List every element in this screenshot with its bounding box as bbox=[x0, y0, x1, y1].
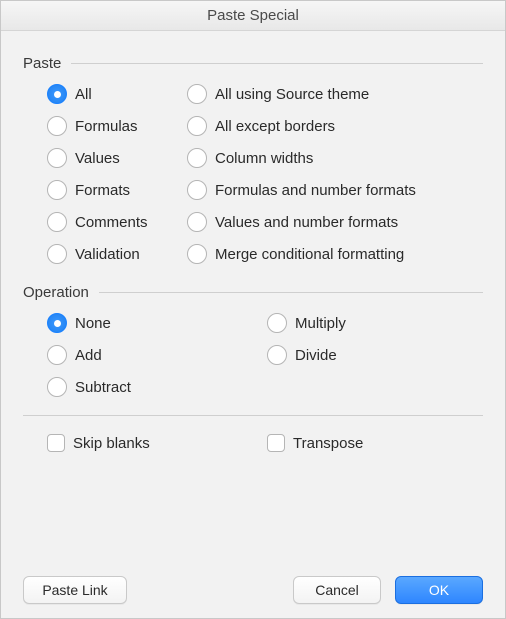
radio-label: Formulas and number formats bbox=[215, 182, 416, 199]
paste-radio-formats[interactable]: Formats bbox=[47, 180, 187, 200]
checkbox-label: Transpose bbox=[293, 435, 363, 452]
paste-radio-validation[interactable]: Validation bbox=[47, 244, 187, 264]
radio-label: Validation bbox=[75, 246, 140, 263]
radio-icon bbox=[187, 116, 207, 136]
paste-radio-all-except-borders[interactable]: All except borders bbox=[187, 116, 483, 136]
radio-icon bbox=[187, 180, 207, 200]
radio-icon bbox=[187, 84, 207, 104]
operation-options: None Multiply Add bbox=[47, 313, 483, 397]
operation-radio-add[interactable]: Add bbox=[47, 345, 267, 365]
checkbox-icon bbox=[267, 434, 285, 452]
radio-label: All using Source theme bbox=[215, 86, 369, 103]
radio-icon bbox=[47, 377, 67, 397]
radio-label: Divide bbox=[295, 347, 337, 364]
radio-icon bbox=[47, 116, 67, 136]
radio-icon bbox=[47, 313, 67, 333]
radio-icon bbox=[47, 84, 67, 104]
divider-line bbox=[71, 63, 483, 64]
paste-special-dialog: Paste Special Paste All All using Source… bbox=[0, 0, 506, 619]
checkbox-icon bbox=[47, 434, 65, 452]
transpose-checkbox[interactable]: Transpose bbox=[267, 434, 363, 452]
radio-icon bbox=[47, 180, 67, 200]
paste-heading: Paste bbox=[23, 55, 61, 72]
radio-label: Multiply bbox=[295, 315, 346, 332]
radio-label: Column widths bbox=[215, 150, 313, 167]
dialog-title: Paste Special bbox=[1, 1, 505, 31]
paste-radio-formulas[interactable]: Formulas bbox=[47, 116, 187, 136]
operation-radio-multiply[interactable]: Multiply bbox=[267, 313, 346, 333]
radio-label: All bbox=[75, 86, 92, 103]
radio-icon bbox=[47, 244, 67, 264]
operation-radio-divide[interactable]: Divide bbox=[267, 345, 337, 365]
radio-icon bbox=[267, 345, 287, 365]
radio-label: Values and number formats bbox=[215, 214, 398, 231]
paste-radio-merge-conditional[interactable]: Merge conditional formatting bbox=[187, 244, 483, 264]
radio-label: All except borders bbox=[215, 118, 335, 135]
radio-icon bbox=[47, 148, 67, 168]
operation-radio-none[interactable]: None bbox=[47, 313, 267, 333]
radio-icon bbox=[267, 313, 287, 333]
paste-radio-column-widths[interactable]: Column widths bbox=[187, 148, 483, 168]
ok-button[interactable]: OK bbox=[395, 576, 483, 604]
dialog-content: Paste All All using Source theme Formula… bbox=[1, 31, 505, 618]
skip-blanks-checkbox[interactable]: Skip blanks bbox=[47, 434, 267, 452]
checkbox-row: Skip blanks Transpose bbox=[47, 434, 483, 452]
radio-label: Comments bbox=[75, 214, 148, 231]
dialog-footer: Paste Link Cancel OK bbox=[23, 554, 483, 604]
radio-label: Add bbox=[75, 347, 102, 364]
radio-label: Formats bbox=[75, 182, 130, 199]
radio-label: None bbox=[75, 315, 111, 332]
paste-link-button[interactable]: Paste Link bbox=[23, 576, 127, 604]
radio-icon bbox=[187, 212, 207, 232]
operation-section-header: Operation bbox=[23, 284, 483, 301]
operation-heading: Operation bbox=[23, 284, 89, 301]
radio-icon bbox=[47, 345, 67, 365]
paste-options: All All using Source theme Formulas All … bbox=[47, 84, 483, 264]
paste-radio-comments[interactable]: Comments bbox=[47, 212, 187, 232]
divider bbox=[23, 415, 483, 416]
paste-radio-all[interactable]: All bbox=[47, 84, 187, 104]
radio-icon bbox=[187, 148, 207, 168]
operation-radio-subtract[interactable]: Subtract bbox=[47, 377, 267, 397]
divider-line bbox=[99, 292, 483, 293]
paste-radio-formulas-number-formats[interactable]: Formulas and number formats bbox=[187, 180, 483, 200]
paste-radio-values[interactable]: Values bbox=[47, 148, 187, 168]
checkbox-label: Skip blanks bbox=[73, 435, 150, 452]
radio-label: Values bbox=[75, 150, 120, 167]
cancel-button[interactable]: Cancel bbox=[293, 576, 381, 604]
paste-radio-all-source-theme[interactable]: All using Source theme bbox=[187, 84, 483, 104]
paste-radio-values-number-formats[interactable]: Values and number formats bbox=[187, 212, 483, 232]
radio-icon bbox=[187, 244, 207, 264]
radio-label: Formulas bbox=[75, 118, 138, 135]
radio-label: Subtract bbox=[75, 379, 131, 396]
paste-section-header: Paste bbox=[23, 55, 483, 72]
radio-label: Merge conditional formatting bbox=[215, 246, 404, 263]
radio-icon bbox=[47, 212, 67, 232]
